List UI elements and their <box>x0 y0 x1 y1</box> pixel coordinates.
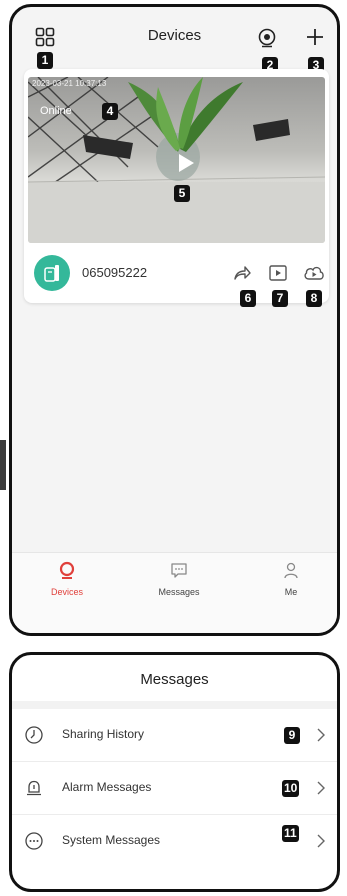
share-button[interactable] <box>230 261 254 285</box>
callout-badge-7: 7 <box>272 290 288 307</box>
chevron-right-icon <box>317 781 325 795</box>
tab-messages[interactable]: Messages <box>144 561 214 597</box>
bottom-tab-bar: Devices Messages Me <box>12 552 337 633</box>
tab-devices[interactable]: Devices <box>32 561 102 597</box>
chevron-right-icon <box>317 728 325 742</box>
message-item-sharing-history[interactable]: Sharing History 9 <box>12 709 337 762</box>
callout-badge-8: 8 <box>306 290 322 307</box>
page-title: Devices <box>147 27 202 44</box>
chevron-right-icon <box>317 834 325 848</box>
online-status: Online <box>40 105 72 117</box>
tab-me[interactable]: Me <box>256 561 326 597</box>
message-item-system[interactable]: System Messages 11 <box>12 815 337 867</box>
camera-preview[interactable]: 2023-03-21 10:37:13 Online 4 5 <box>28 77 325 243</box>
callout-badge-11: 11 <box>282 825 299 842</box>
playback-button[interactable] <box>266 261 290 285</box>
callout-badge-9: 9 <box>284 727 300 744</box>
scan-camera-icon <box>258 28 276 48</box>
callout-badge-1: 1 <box>37 52 53 69</box>
person-icon <box>284 562 298 579</box>
chat-dots-icon <box>25 832 43 850</box>
devices-header: 1 Devices 2 3 <box>12 7 337 74</box>
message-item-alarm[interactable]: Alarm Messages 10 <box>12 762 337 815</box>
clock-icon <box>25 726 43 744</box>
plus-icon <box>307 29 323 45</box>
divider <box>12 701 337 709</box>
cloud-icon <box>304 266 324 280</box>
camera-tab-icon <box>59 561 75 579</box>
message-item-label: System Messages <box>62 833 161 847</box>
play-icon <box>179 154 194 172</box>
messages-screen: Messages Sharing History 9 Alarm Message… <box>9 652 340 892</box>
tab-messages-label: Messages <box>158 587 200 597</box>
camera-device-icon <box>44 265 59 282</box>
message-item-label: Alarm Messages <box>62 780 152 794</box>
callout-badge-10: 10 <box>282 780 300 797</box>
tab-me-label: Me <box>284 587 298 597</box>
device-avatar[interactable] <box>34 255 70 291</box>
scan-button[interactable] <box>256 27 278 49</box>
page-edge-marker <box>0 440 6 490</box>
chat-icon <box>171 563 187 578</box>
camera-timestamp: 2023-03-21 10:37:13 <box>32 79 107 88</box>
bell-icon <box>27 780 41 796</box>
tab-devices-label: Devices <box>50 587 83 597</box>
messages-title: Messages <box>140 671 209 688</box>
callout-badge-4: 4 <box>102 103 118 120</box>
cloud-playback-button[interactable] <box>302 261 326 285</box>
add-device-button[interactable] <box>304 26 326 48</box>
callout-badge-6: 6 <box>240 290 256 307</box>
playback-icon <box>269 265 287 281</box>
devices-screen: 1 Devices 2 3 2023-03-21 10:37:13 Online… <box>9 4 340 636</box>
device-card[interactable]: 2023-03-21 10:37:13 Online 4 5 065095222 <box>24 69 329 303</box>
device-id: 065095222 <box>82 265 148 280</box>
callout-badge-5: 5 <box>174 185 190 202</box>
share-icon <box>234 266 251 280</box>
message-item-label: Sharing History <box>62 727 145 741</box>
play-button[interactable] <box>172 150 198 176</box>
